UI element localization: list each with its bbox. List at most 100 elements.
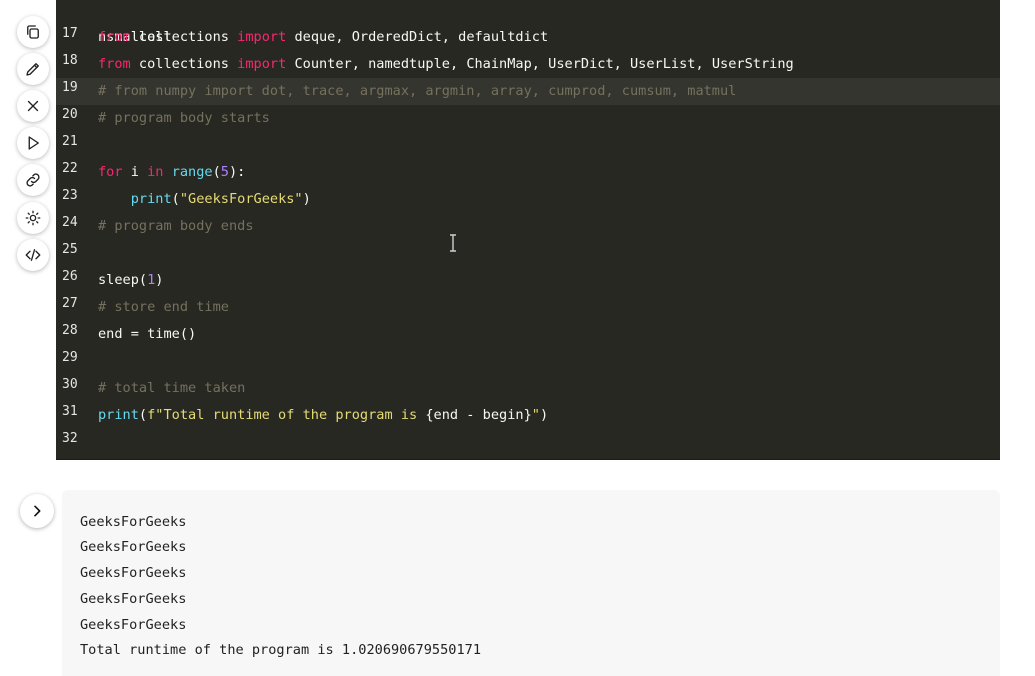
code-token: Counter, namedtuple, ChainMap, UserDict,…	[286, 56, 794, 72]
code-text: for i in range(5):	[98, 159, 245, 186]
code-text: end = time()	[98, 321, 196, 348]
code-token: f"Total runtime of the program is	[147, 407, 426, 423]
code-token: )	[539, 407, 549, 423]
embed-code-button[interactable]	[17, 239, 49, 271]
code-text: # store end time	[98, 294, 229, 321]
code-line: 32	[56, 429, 1000, 456]
code-token: from	[98, 29, 131, 45]
code-token: )	[302, 191, 311, 207]
code-token: {end - begin}	[425, 407, 532, 423]
code-text: print(f"Total runtime of the program is …	[98, 402, 548, 429]
output-line: GeeksForGeeks	[80, 565, 187, 581]
close-icon	[27, 100, 39, 112]
link-icon	[26, 173, 40, 187]
code-token: import	[237, 56, 287, 72]
embed-code-icon	[25, 249, 41, 261]
output-panel: GeeksForGeeks GeeksForGeeks GeeksForGeek…	[62, 490, 1000, 676]
code-text: print("GeeksForGeeks")	[98, 186, 311, 213]
code-token: end = time()	[98, 326, 197, 342]
code-token: "GeeksForGeeks"	[179, 191, 303, 207]
code-token: i	[122, 164, 148, 180]
code-line: 25	[56, 240, 1000, 267]
line-number: 22	[62, 161, 78, 176]
copy-button[interactable]	[17, 16, 49, 48]
text-cursor-icon	[450, 234, 456, 252]
output-line: Total runtime of the program is 1.020690…	[80, 642, 482, 658]
line-number: 26	[62, 269, 78, 284]
close-button[interactable]	[17, 90, 49, 122]
code-line: 28 end = time()	[56, 321, 1000, 348]
line-number: 25	[62, 242, 78, 257]
line-number: 20	[62, 107, 78, 122]
code-token: 5	[220, 164, 229, 180]
line-number: 29	[62, 350, 78, 365]
code-token: collections	[130, 56, 238, 72]
code-line: 17 from collections import deque, Ordered…	[56, 24, 1000, 51]
code-line: 24 # program body ends	[56, 213, 1000, 240]
code-line: 20 # program body starts	[56, 105, 1000, 132]
output-toggle-button[interactable]	[20, 494, 54, 528]
edit-icon	[26, 63, 39, 76]
output-line: GeeksForGeeks	[80, 591, 187, 607]
code-token: sleep(	[98, 272, 148, 288]
code-token: (	[212, 164, 221, 180]
code-token: # program body starts	[98, 110, 270, 126]
line-number: 19	[62, 80, 78, 95]
code-text: from collections import Counter, namedtu…	[98, 51, 794, 78]
line-number: 27	[62, 296, 78, 311]
code-token: (	[138, 407, 148, 423]
code-editor[interactable]: nsmallest 17 from collections import dequ…	[56, 0, 1000, 460]
code-token: # program body ends	[98, 218, 254, 234]
code-token: print	[98, 407, 139, 423]
play-icon	[28, 136, 39, 150]
line-number: 24	[62, 215, 78, 230]
code-line: 27 # store end time	[56, 294, 1000, 321]
code-line: 23 print("GeeksForGeeks")	[56, 186, 1000, 213]
code-text: # total time taken	[98, 375, 245, 402]
code-token: )	[155, 272, 164, 288]
run-button[interactable]	[17, 127, 49, 159]
line-number: 18	[62, 53, 78, 68]
code-token: from	[98, 56, 131, 72]
theme-icon	[25, 210, 41, 226]
code-text: # from numpy import dot, trace, argmax, …	[98, 78, 736, 105]
code-token: # store end time	[98, 299, 229, 315]
code-line: 26 sleep(1)	[56, 267, 1000, 294]
line-number: 17	[62, 26, 78, 41]
theme-toggle-button[interactable]	[17, 202, 49, 234]
code-token: import	[237, 29, 287, 45]
code-token: deque, OrderedDict, defaultdict	[286, 29, 549, 45]
code-token: # from numpy import dot, trace, argmax, …	[98, 83, 737, 99]
share-link-button[interactable]	[17, 164, 49, 196]
code-text: sleep(1)	[98, 267, 163, 294]
code-line: 30 # total time taken	[56, 375, 1000, 402]
code-token: in	[147, 164, 164, 180]
code-line: 29	[56, 348, 1000, 375]
output-line: GeeksForGeeks	[80, 539, 187, 555]
code-token: # total time taken	[98, 380, 246, 396]
output-line: GeeksForGeeks	[80, 617, 187, 633]
code-token: range	[171, 164, 213, 180]
code-token: for	[98, 164, 123, 180]
line-number: 30	[62, 377, 78, 392]
code-token: ):	[228, 164, 246, 180]
copy-icon	[27, 25, 39, 39]
code-line: 18 from collections import Counter, named…	[56, 51, 1000, 78]
code-token: (	[171, 191, 180, 207]
code-token: print	[130, 191, 172, 207]
code-text: from collections import deque, OrderedDi…	[98, 24, 548, 51]
code-token: collections	[130, 29, 238, 45]
code-line: 31 print(f"Total runtime of the program i…	[56, 402, 1000, 429]
code-line: 19 # from numpy import dot, trace, argmax…	[56, 78, 1000, 105]
code-line-partial: nsmallest	[56, 0, 1000, 45]
code-line: 21	[56, 132, 1000, 159]
code-token: "	[531, 407, 540, 423]
line-number: 21	[62, 134, 78, 149]
edit-button[interactable]	[17, 53, 49, 85]
code-text: # program body ends	[98, 213, 254, 240]
output-line: GeeksForGeeks	[80, 514, 187, 530]
line-number: 23	[62, 188, 78, 203]
line-number: 32	[62, 431, 78, 446]
